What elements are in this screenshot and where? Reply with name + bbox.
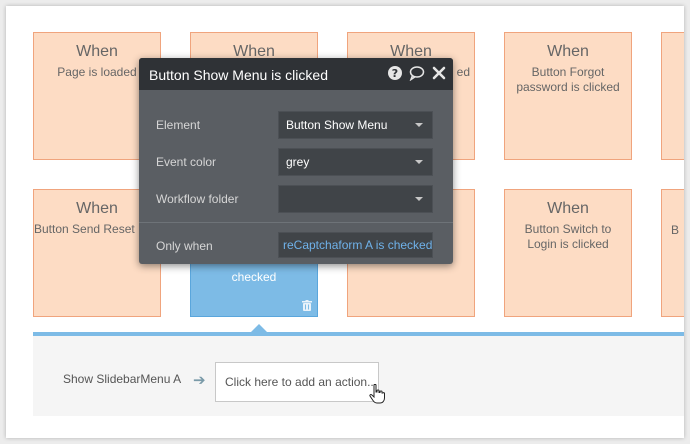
event-properties-popup: Button Show Menu is clicked ? Element Bu… [139,58,453,264]
workflow-actions-bar: Show SlidebarMenu A ➔ Click here to add … [33,332,684,416]
arrow-right-icon: ➔ [193,372,206,389]
popup-title: Button Show Menu is clicked [149,67,328,83]
card-desc: Button Forgot password is clicked [516,65,620,94]
only-when-condition[interactable]: reCaptchaform A is checked [278,232,433,258]
chevron-down-icon [415,123,423,127]
action-step-label[interactable]: Show SlidebarMenu A [63,372,181,386]
chevron-down-icon [415,197,423,201]
element-label: Element [156,118,201,132]
workflow-folder-label: Workflow folder [156,192,239,206]
event-card-forgot-password[interactable]: When Button Forgot password is clicked [504,32,632,160]
svg-text:?: ? [392,67,398,80]
card-when: When [547,43,589,60]
element-value: Button Show Menu [286,118,388,132]
event-card-switch-login[interactable]: When Button Switch to Login is clicked [504,189,632,317]
event-color-label: Event color [156,155,217,169]
event-card-partial[interactable] [661,32,684,160]
card-desc: B [671,223,680,237]
popup-header: Button Show Menu is clicked ? [139,58,453,90]
card-desc: Page is loaded [57,65,137,79]
hand-cursor-icon [369,384,385,404]
add-action-button[interactable]: Click here to add an action... [215,362,379,402]
element-dropdown[interactable]: Button Show Menu [278,111,433,139]
card-when: When [547,200,589,217]
element-row: Element Button Show Menu [139,111,453,139]
event-color-row: Event color grey [139,148,453,176]
popup-divider [139,222,453,223]
selection-caret [251,324,267,332]
comment-icon[interactable] [409,65,425,81]
event-card-partial[interactable]: B [661,189,684,317]
workflow-folder-dropdown[interactable] [278,185,433,213]
chevron-down-icon [415,160,423,164]
event-color-dropdown[interactable]: grey [278,148,433,176]
help-icon[interactable]: ? [387,65,403,81]
card-desc: checked [231,270,277,284]
workflow-folder-row: Workflow folder [139,185,453,213]
card-desc: Button Switch to Login is clicked [524,222,612,251]
event-color-value: grey [286,155,310,169]
only-when-label: Only when [156,239,213,253]
trash-icon[interactable] [302,300,312,311]
close-icon[interactable] [431,65,447,81]
